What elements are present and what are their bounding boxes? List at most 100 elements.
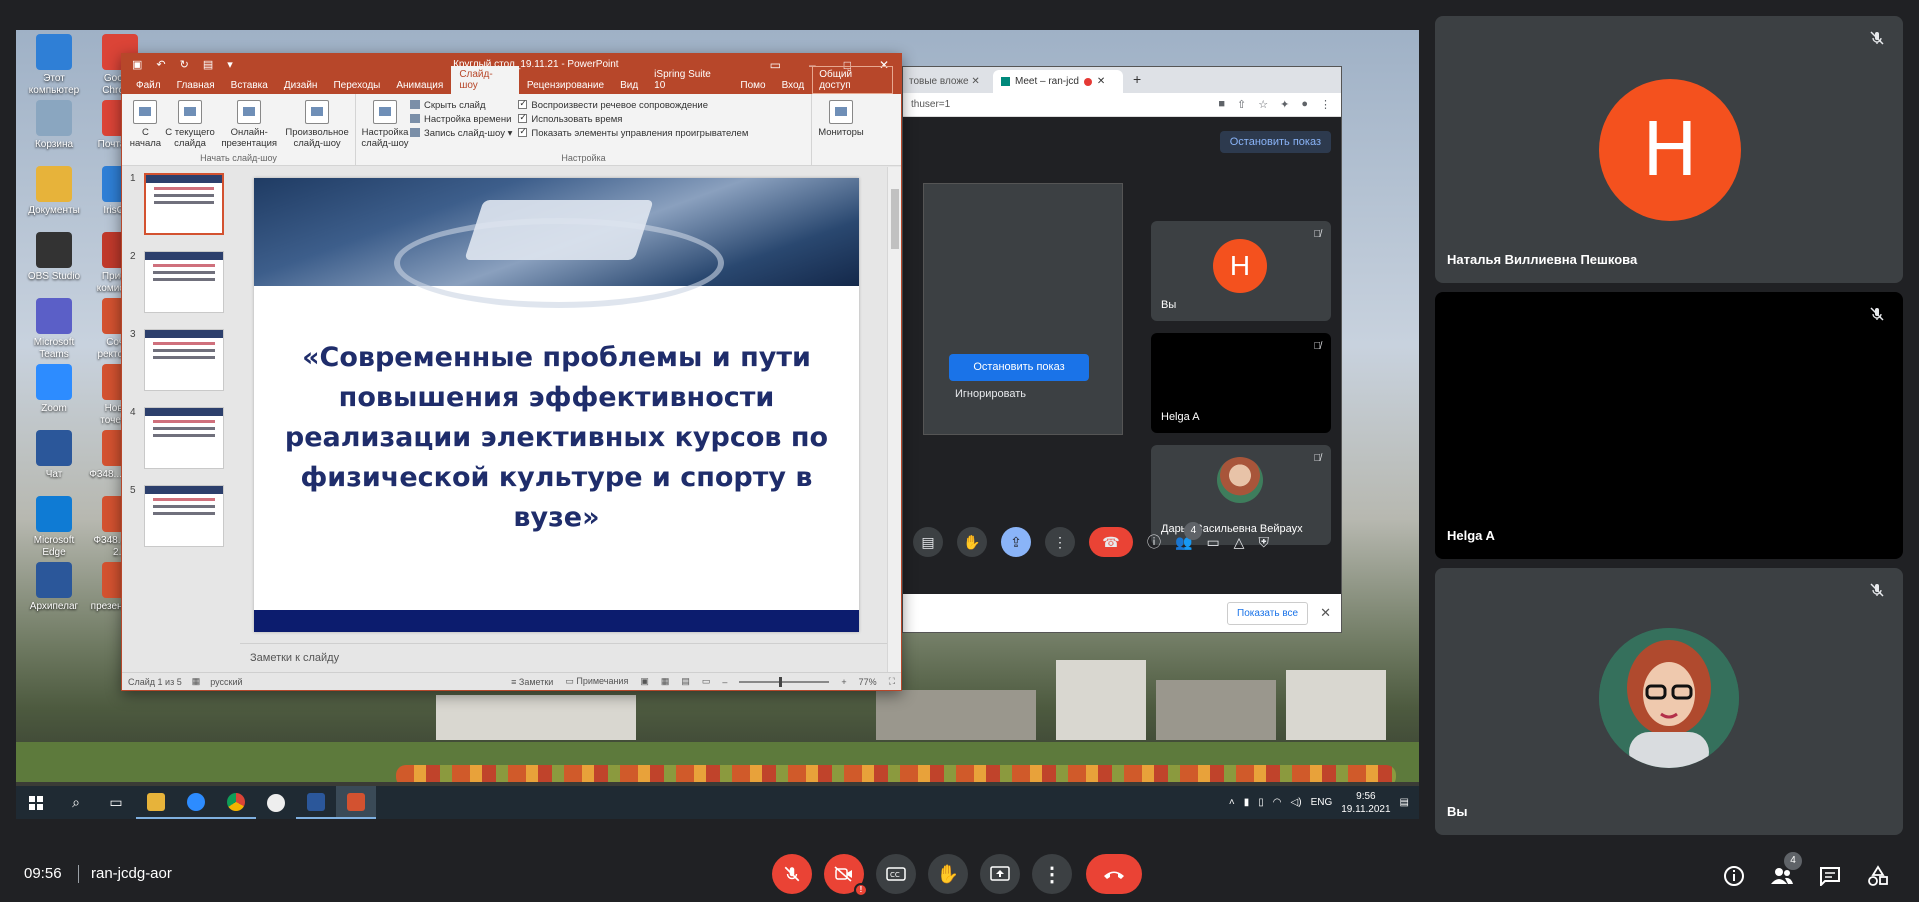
desktop-icon[interactable]: Корзина — [22, 100, 86, 151]
leave-call-button[interactable] — [1086, 854, 1142, 894]
activities-icon[interactable]: △ — [1234, 534, 1245, 551]
captions-icon[interactable]: ▤ — [913, 527, 943, 557]
undo-icon[interactable]: ↶ — [156, 58, 165, 71]
activities-button[interactable] — [1864, 862, 1892, 890]
info-icon[interactable]: ⓘ — [1147, 532, 1161, 552]
more-vert-icon[interactable]: ⋮ — [1320, 98, 1331, 111]
fit-slide-icon[interactable]: ⛶ — [889, 676, 895, 687]
ribbon-tab[interactable]: Переходы — [325, 77, 388, 94]
extensions-icon[interactable]: ✦ — [1280, 98, 1289, 111]
save-icon[interactable]: ▣ — [132, 58, 142, 71]
zoom-taskbar-icon[interactable] — [176, 786, 216, 819]
notes-toggle[interactable]: ≡ Заметки — [511, 677, 553, 687]
hangup-icon[interactable]: ☎ — [1089, 527, 1133, 557]
mic-toggle-button[interactable] — [772, 854, 812, 894]
present-icon[interactable]: ⇪ — [1001, 527, 1031, 557]
desktop-icon[interactable]: Microsoft Teams — [22, 298, 86, 361]
chrome-taskbar-icon[interactable] — [216, 786, 256, 819]
raise-hand-icon[interactable]: ✋ — [957, 527, 987, 557]
desktop-icon[interactable]: Архипелаг — [22, 562, 86, 613]
ribbon-tab[interactable]: Вид — [612, 77, 646, 94]
ribbon-options-icon[interactable]: ▭ — [770, 58, 781, 72]
language-indicator[interactable]: ENG — [1311, 797, 1333, 808]
notification-icon[interactable]: ▤ — [1400, 797, 1409, 808]
chrome-tab-meet[interactable]: Meet – ran-jcd ✕ — [993, 70, 1123, 93]
show-all-button[interactable]: Показать все — [1227, 601, 1309, 625]
show-controls-checkbox[interactable]: Показать элементы управления проигрывате… — [518, 126, 748, 139]
normal-view-icon[interactable]: ▣ — [640, 676, 649, 687]
rehearse-timings-button[interactable]: Настройка времени — [410, 114, 512, 125]
desktop-icon[interactable]: Этот компьютер — [22, 34, 86, 97]
ignore-button[interactable]: Игнорировать — [955, 388, 1026, 400]
language-status[interactable]: русский — [210, 677, 242, 687]
meet-taskbar-icon[interactable] — [256, 786, 296, 819]
hide-slide-button[interactable]: Скрыть слайд — [410, 100, 512, 111]
chevron-up-icon[interactable]: ˄ — [1229, 797, 1235, 808]
address-bar[interactable]: thuser=1 ■ ⇧ ☆ ✦ ● ⋮ — [903, 93, 1341, 117]
chat-icon[interactable]: ▭ — [1206, 534, 1219, 551]
comments-toggle[interactable]: ▭ Примечания — [565, 676, 628, 687]
current-slide[interactable]: «Современные проблемы и пути повышения э… — [254, 178, 859, 632]
zoom-in-icon[interactable]: + — [841, 677, 846, 687]
ribbon-tab[interactable]: Слайд-шоу — [451, 66, 519, 94]
stop-presenting-button[interactable]: Остановить показ — [949, 354, 1089, 381]
start-button[interactable] — [16, 786, 56, 819]
vertical-scrollbar[interactable] — [887, 167, 901, 672]
volume-icon[interactable]: ◁) — [1291, 797, 1302, 808]
ribbon-tab[interactable]: Анимация — [388, 77, 451, 94]
slide-thumbnail[interactable] — [144, 329, 224, 391]
chat-button[interactable] — [1816, 862, 1844, 890]
share-icon[interactable]: ⇧ — [1237, 98, 1246, 111]
present-icon[interactable]: ▤ — [203, 58, 213, 71]
ribbon-tab[interactable]: Вставка — [223, 77, 276, 94]
profile-icon[interactable]: ● — [1301, 98, 1308, 111]
new-tab-button[interactable]: + — [1123, 65, 1151, 93]
stop-presenting-top-button[interactable]: Остановить показ — [1219, 131, 1331, 153]
present-button[interactable] — [980, 854, 1020, 894]
use-timings-checkbox[interactable]: Использовать время — [518, 112, 748, 125]
captions-button[interactable]: CC — [876, 854, 916, 894]
redo-icon[interactable]: ↻ — [180, 58, 189, 71]
close-tab-icon[interactable]: ✕ — [1097, 76, 1105, 87]
ribbon-tab[interactable]: Рецензирование — [519, 77, 612, 94]
ribbon-tab[interactable]: Главная — [169, 77, 223, 94]
close-icon[interactable]: ✕ — [1320, 605, 1331, 621]
powerpoint-taskbar-icon[interactable] — [336, 786, 376, 819]
more-options-button[interactable]: ⋮ — [1032, 854, 1072, 894]
camera-icon[interactable]: ■ — [1218, 98, 1225, 111]
chrome-tab-attachments[interactable]: товые вложе ✕ — [903, 70, 993, 93]
ribbon-tab[interactable]: Дизайн — [276, 77, 326, 94]
task-view-icon[interactable]: ▭ — [96, 786, 136, 819]
play-narrations-checkbox[interactable]: Воспроизвести речевое сопровождение — [518, 98, 748, 111]
desktop-icon[interactable]: Microsoft Edge — [22, 496, 86, 559]
spellcheck-icon[interactable]: ▦ — [192, 676, 201, 687]
zoom-level[interactable]: 77% — [859, 677, 877, 687]
meeting-details-button[interactable] — [1720, 862, 1748, 890]
ribbon-tab[interactable]: iSpring Suite 10 — [646, 66, 732, 94]
ribbon-tab[interactable]: Вход — [774, 77, 813, 94]
tray-clock[interactable]: 9:56 19.11.2021 — [1341, 790, 1390, 816]
explorer-taskbar-icon[interactable] — [136, 786, 176, 819]
host-controls-icon[interactable]: ⛨ — [1258, 534, 1269, 551]
slide-thumbnail[interactable] — [144, 407, 224, 469]
desktop-icon[interactable]: OBS Studio — [22, 232, 86, 283]
slide-thumbnail[interactable] — [144, 485, 224, 547]
raise-hand-button[interactable]: ✋ — [928, 854, 968, 894]
people-icon[interactable]: 👥 4 — [1175, 521, 1203, 551]
share-button[interactable]: Общий доступ — [812, 66, 893, 94]
more-vert-icon[interactable]: ⋮ — [1045, 527, 1075, 557]
desktop-icon[interactable]: Документы — [22, 166, 86, 217]
word-taskbar-icon[interactable] — [296, 786, 336, 819]
ribbon-tab[interactable]: Файл — [128, 77, 169, 94]
desktop-icon[interactable]: Zoom — [22, 364, 86, 415]
ribbon-tab[interactable]: Помо — [732, 77, 773, 94]
desktop-icon[interactable]: Чат — [22, 430, 86, 481]
search-icon[interactable]: ⌕ — [56, 786, 96, 819]
camera-toggle-button[interactable]: ! — [824, 854, 868, 897]
slide-thumbnail[interactable] — [144, 173, 224, 235]
slideshow-view-icon[interactable]: ▭ — [702, 676, 711, 687]
record-show-button[interactable]: Запись слайд-шоу ▾ — [410, 128, 512, 139]
zoom-out-icon[interactable]: – — [722, 677, 727, 687]
reading-view-icon[interactable]: ▤ — [681, 676, 690, 687]
monitors-button[interactable]: Мониторы — [816, 98, 866, 165]
